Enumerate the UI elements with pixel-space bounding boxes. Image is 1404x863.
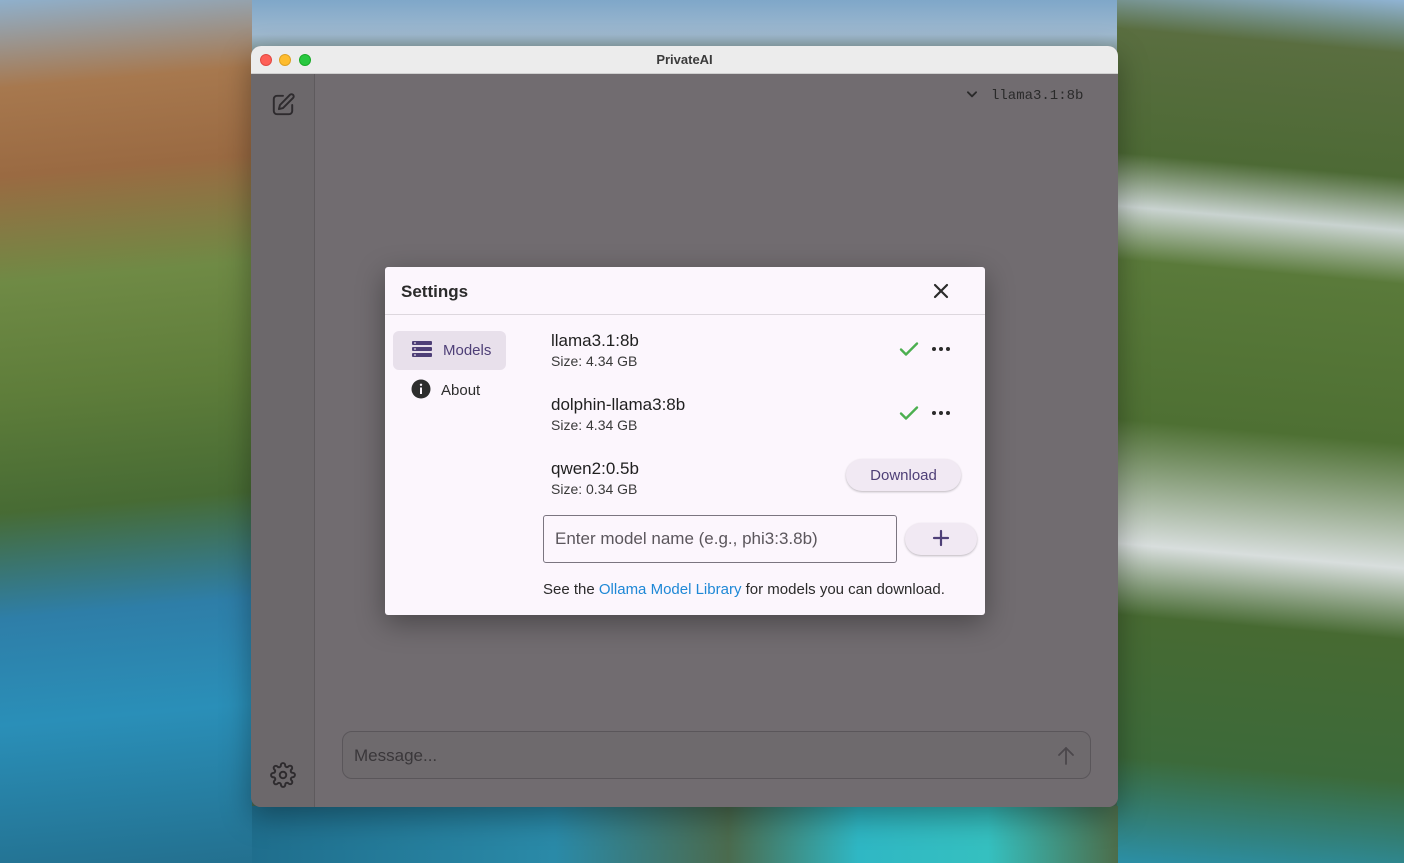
model-name: dolphin-llama3:8b [551,395,686,414]
nav-item-label: Models [443,342,492,359]
message-composer [342,731,1091,779]
settings-dialog: Settings Models About llama3.1:8b Size: … [385,267,985,615]
model-name: llama3.1:8b [551,331,639,350]
footer-prefix: See the [543,581,599,598]
plus-icon [932,529,950,550]
footer-note: See the Ollama Model Library for models … [543,581,945,598]
model-selector[interactable]: llama3.1:8b [965,86,1083,106]
model-size: Size: 4.34 GB [551,353,638,369]
send-arrow-icon[interactable] [1054,744,1078,768]
model-row: qwen2:0.5b Size: 0.34 GB Download [551,459,971,507]
download-button[interactable]: Download [846,459,961,491]
desktop-wallpaper-right [1117,0,1404,863]
close-icon[interactable] [929,279,953,303]
list-icon [411,340,433,362]
selected-model-label: llama3.1:8b [991,88,1084,104]
model-name-input[interactable] [543,515,897,563]
sidebar [251,74,315,807]
nav-item-label: About [441,382,481,399]
gear-icon[interactable] [270,762,296,788]
add-model-button[interactable] [905,523,977,555]
dialog-header: Settings [385,267,985,315]
footer-suffix: for models you can download. [741,581,945,598]
desktop-wallpaper-left [0,0,252,863]
desktop-wallpaper-bottom [252,806,1118,863]
chevron-down-icon [965,87,979,106]
check-icon [897,337,921,361]
info-icon [411,379,431,403]
model-row: llama3.1:8b Size: 4.34 GB [551,331,971,379]
window-title: PrivateAI [656,52,713,67]
new-chat-icon[interactable] [270,92,296,118]
more-options-icon[interactable] [929,337,953,361]
title-bar: PrivateAI [251,46,1118,74]
ollama-library-link[interactable]: Ollama Model Library [599,581,742,598]
nav-item-about[interactable]: About [393,371,506,410]
message-input[interactable] [354,744,1034,768]
model-row: dolphin-llama3:8b Size: 4.34 GB [551,395,971,443]
model-name: qwen2:0.5b [551,459,639,478]
more-options-icon[interactable] [929,401,953,425]
dialog-title: Settings [401,282,469,301]
model-size: Size: 4.34 GB [551,417,638,433]
nav-item-models[interactable]: Models [393,331,506,370]
check-icon [897,401,921,425]
model-size: Size: 0.34 GB [551,481,638,497]
